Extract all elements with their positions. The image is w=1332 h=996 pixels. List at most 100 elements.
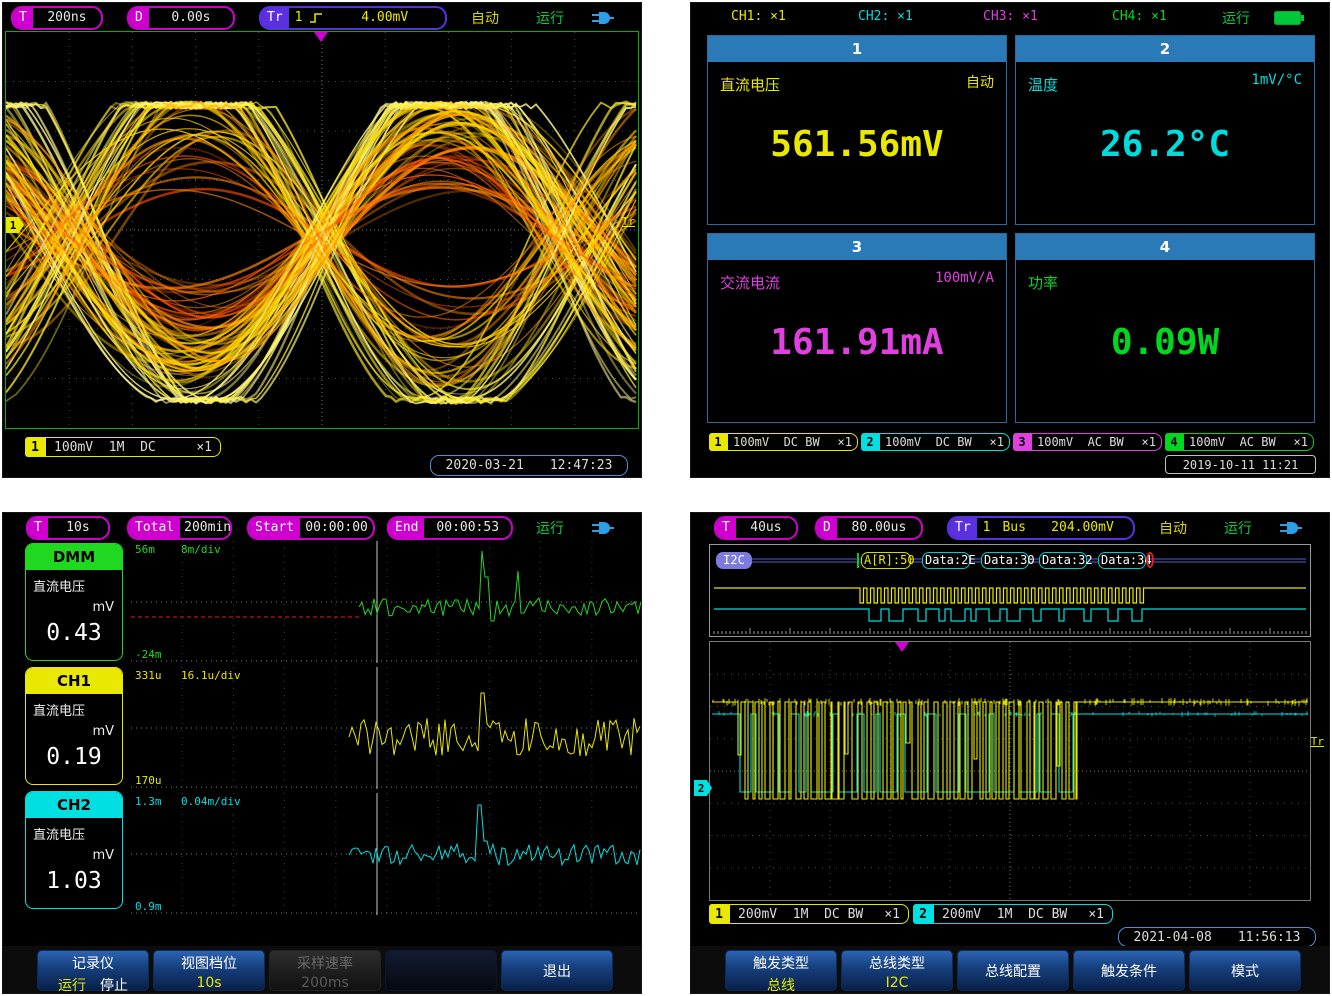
button-title: 总线类型 <box>841 953 953 973</box>
ch1-per-div: 16.1u/div <box>181 669 241 682</box>
trigger-condition-button[interactable]: 触发条件 <box>1073 950 1185 991</box>
run-status: 运行 <box>1224 518 1252 538</box>
channel-settings: 100mV AC BW <box>1037 435 1124 449</box>
timebase-label: T <box>28 518 48 538</box>
end-value: 00:00:53 <box>424 518 511 538</box>
timebase-value: 200ns <box>33 8 101 28</box>
channel-number: 2 <box>913 904 933 924</box>
measure-unit: mV <box>92 724 114 739</box>
channel2-status-badge[interactable]: 2 200mV 1M DC BW ×1 <box>913 904 1113 924</box>
button-title: 模式 <box>1231 961 1259 981</box>
meter-card-3: 3 交流电流 100mV/A 161.91mA <box>707 233 1007 423</box>
softkey-menu: 记录仪 运行停止 视图档位 10s 采样速率 200ms 退出 <box>3 946 641 994</box>
bus-decode-strip: I2C A[R]:50 Data:2E Data:30 Data:32 Data… <box>709 544 1311 637</box>
measure-type: 交流电流 <box>720 272 780 293</box>
channel-settings: 200mV 1M DC BW <box>738 907 863 922</box>
ch2-bottom-scale: 0.9m <box>135 900 162 913</box>
timebase-value: 10s <box>48 518 108 538</box>
power-plug-icon <box>591 9 615 27</box>
softkey-menu: 触发类型 总线 总线类型 I2C 总线配置 触发条件 模式 <box>691 946 1329 994</box>
timebase-box[interactable]: T 200ns <box>11 6 103 30</box>
measure-unit: mV <box>92 848 114 863</box>
channel1-status-badge[interactable]: 1 100mV 1M DC ×1 <box>25 437 221 457</box>
dmm-channel-card[interactable]: DMM 直流电压 mV 0.43 <box>25 543 123 661</box>
bus-type-button[interactable]: 总线类型 I2C <box>841 950 953 991</box>
stop-option: 停止 <box>100 978 128 994</box>
channel-settings: 100mV DC BW <box>733 435 820 449</box>
channel-number: 1 <box>25 437 45 457</box>
bus-decode-screen: T 40us D 80.00us Tr 1 Bus 204.00mV 自动 运行… <box>690 512 1330 994</box>
run-status: 运行 <box>536 518 564 538</box>
ch2-channel-card[interactable]: CH2 直流电压 mV 1.03 <box>25 791 123 909</box>
datetime-display: 2020-03-21 12:47:23 <box>430 455 628 476</box>
trigger-type-button[interactable]: 触发类型 总线 <box>725 950 837 991</box>
card-number: 2 <box>1016 36 1314 62</box>
button-value: 200ms <box>269 975 381 991</box>
timebase-label: T <box>13 8 33 28</box>
measure-type: 温度 <box>1028 74 1058 95</box>
stop-condition-mark <box>1146 552 1154 568</box>
empty-softkey <box>385 950 497 991</box>
exit-button[interactable]: 退出 <box>501 950 613 991</box>
probe-ratio: ×1 <box>1134 435 1156 449</box>
trigger-label: Tr <box>949 518 977 538</box>
channel1-status-badge[interactable]: 1 200mV 1M DC BW ×1 <box>709 904 909 924</box>
trigger-level-marker[interactable]: Tr <box>622 215 635 228</box>
button-value: I2C <box>841 975 953 991</box>
ch1-strip-chart <box>131 667 642 789</box>
trigger-level: 204.00mV <box>1032 518 1133 538</box>
datetime-value: 2019-10-11 11:21 <box>1183 458 1299 472</box>
channel-number: 1 <box>709 904 729 924</box>
channel3-status-badge[interactable]: 3 100mV AC BW ×1 <box>1013 433 1162 451</box>
button-value: 10s <box>153 975 265 991</box>
delay-box[interactable]: D 80.00us <box>815 516 923 540</box>
trigger-box[interactable]: Tr 1 4.00mV <box>259 6 447 30</box>
button-title: 触发类型 <box>725 953 837 973</box>
trigger-source: 1 <box>977 518 997 538</box>
trigger-source: 1 <box>289 8 309 28</box>
ch1-top-scale: 331u <box>135 669 162 682</box>
trigger-label: Tr <box>261 8 289 28</box>
channel2-status-badge[interactable]: 2 100mV DC BW ×1 <box>861 433 1010 451</box>
probe-ratio: ×1 <box>830 435 852 449</box>
start-value: 00:00:00 <box>300 518 373 538</box>
measure-type: 直流电压 <box>33 700 85 719</box>
meter-card-2: 2 温度 1mV/°C 26.2°C <box>1015 35 1315 225</box>
trigger-position-marker[interactable] <box>895 642 909 652</box>
measure-type: 直流电压 <box>720 74 780 95</box>
ch2-top-scale: 1.3m <box>135 795 162 808</box>
channel-settings: 100mV 1M DC <box>54 440 156 455</box>
total-time-box[interactable]: Total 200min <box>127 516 232 540</box>
bus-config-button[interactable]: 总线配置 <box>957 950 1069 991</box>
channel1-status-badge[interactable]: 1 100mV DC BW ×1 <box>709 433 858 451</box>
ch1-channel-card[interactable]: CH1 直流电压 mV 0.19 <box>25 667 123 785</box>
mode-button[interactable]: 模式 <box>1189 950 1301 991</box>
start-time-box[interactable]: Start 00:00:00 <box>247 516 375 540</box>
decoded-data-packet: Data:32 <box>1039 552 1087 569</box>
trigger-box[interactable]: Tr 1 Bus 204.00mV <box>947 516 1135 540</box>
run-status: 运行 <box>1222 8 1250 28</box>
channel-name: DMM <box>26 544 122 570</box>
delay-value: 0.00s <box>149 8 233 28</box>
time-value: 12:47:23 <box>550 458 613 473</box>
ch1-bottom-scale: 170u <box>135 774 162 787</box>
delay-box[interactable]: D 0.00s <box>127 6 235 30</box>
view-scale-button[interactable]: 视图档位 10s <box>153 950 265 991</box>
timebase-box[interactable]: T 10s <box>26 516 110 540</box>
persistence-waveform-canvas <box>6 32 638 428</box>
recorder-screen: T 10s Total 200min Start 00:00:00 End 00… <box>2 512 642 994</box>
button-title: 视图档位 <box>153 953 265 973</box>
waveform-display <box>709 641 1311 901</box>
ch1-probe-status: CH1: ×1 <box>731 9 786 24</box>
time-value: 11:56:13 <box>1238 930 1301 945</box>
recorder-run-stop-button[interactable]: 记录仪 运行停止 <box>37 950 149 991</box>
start-label: Start <box>249 518 300 538</box>
trigger-position-marker[interactable] <box>314 32 328 42</box>
channel4-status-badge[interactable]: 4 100mV AC BW ×1 <box>1165 433 1314 451</box>
timebase-box[interactable]: T 40us <box>714 516 798 540</box>
probe-ratio: ×1 <box>1080 907 1104 922</box>
measure-type: 直流电压 <box>33 576 85 595</box>
bus-type-tag[interactable]: I2C <box>716 552 752 569</box>
end-time-box[interactable]: End 00:00:53 <box>387 516 513 540</box>
trigger-level-marker[interactable]: Tr <box>1311 735 1324 748</box>
